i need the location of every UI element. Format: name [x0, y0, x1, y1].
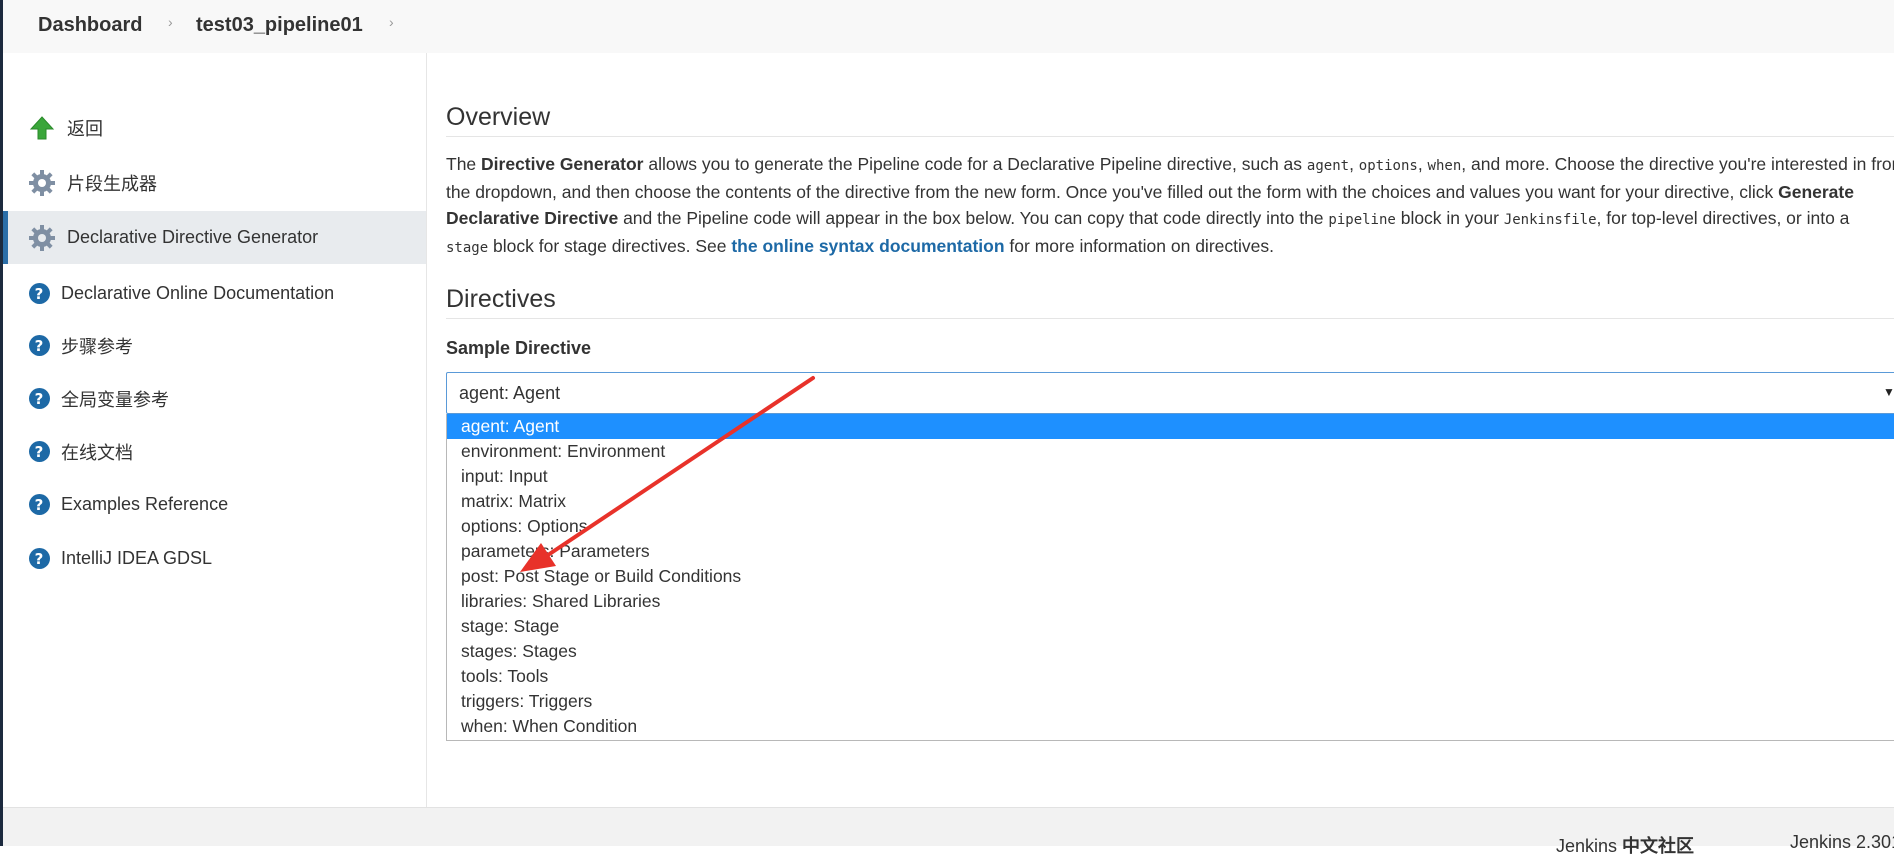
- directive-option[interactable]: matrix: Matrix: [447, 489, 1894, 514]
- sidebar-item-steps-reference[interactable]: ? 步骤参考: [3, 319, 426, 372]
- sidebar-item-label: 片段生成器: [67, 173, 157, 194]
- sidebar-item-label: Examples Reference: [61, 494, 229, 514]
- directive-option[interactable]: post: Post Stage or Build Conditions: [447, 564, 1894, 589]
- directive-option[interactable]: options: Options: [447, 514, 1894, 539]
- directive-option[interactable]: tools: Tools: [447, 664, 1894, 689]
- directive-option[interactable]: agent: Agent: [447, 414, 1894, 439]
- help-icon: ?: [27, 384, 51, 414]
- sample-directive-select[interactable]: agent: Agent ▼: [446, 372, 1894, 414]
- footer: Jenkins 中文社区 Jenkins 2.301: [3, 807, 1894, 856]
- directive-option[interactable]: when: When Condition: [447, 714, 1894, 739]
- help-icon: ?: [27, 279, 51, 309]
- sidebar-item-label: Declarative Online Documentation: [61, 283, 335, 303]
- select-current-value: agent: Agent: [459, 383, 561, 403]
- help-icon: ?: [27, 544, 51, 574]
- breadcrumb-dashboard[interactable]: Dashboard: [38, 14, 142, 37]
- footer-community-link[interactable]: Jenkins 中文社区: [1556, 832, 1694, 858]
- help-icon: ?: [27, 437, 51, 467]
- help-icon: ?: [27, 331, 51, 361]
- sidebar-item-label: IntelliJ IDEA GDSL: [61, 548, 213, 568]
- sidebar-item-intellij-gdsl[interactable]: ? IntelliJ IDEA GDSL: [3, 532, 426, 585]
- overview-heading: Overview: [446, 103, 1894, 137]
- window-left-edge: [0, 0, 3, 846]
- directives-heading: Directives: [446, 285, 1894, 319]
- directive-option[interactable]: libraries: Shared Libraries: [447, 589, 1894, 614]
- sidebar-item-online-docs[interactable]: ? 在线文档: [3, 425, 426, 478]
- online-syntax-doc-link[interactable]: the online syntax documentation: [731, 236, 1004, 256]
- sidebar-item-snippet-generator[interactable]: 片段生成器: [3, 156, 426, 209]
- sidebar-item-online-documentation[interactable]: ? Declarative Online Documentation: [3, 267, 426, 320]
- arrow-up-icon: [27, 113, 57, 143]
- help-icon: ?: [27, 490, 51, 520]
- directive-option[interactable]: environment: Environment: [447, 439, 1894, 464]
- sidebar-item-label: 全局变量参考: [61, 389, 169, 410]
- sidebar-item-label: Declarative Directive Generator: [67, 227, 319, 247]
- sidebar-item-label: 返回: [67, 118, 103, 139]
- gear-icon: [27, 223, 57, 253]
- breadcrumb-chevron-icon[interactable]: ›: [168, 14, 173, 30]
- sidebar: 返回 片段生成器 Declarative Directive Generator…: [3, 53, 427, 807]
- directive-option[interactable]: input: Input: [447, 464, 1894, 489]
- directive-option[interactable]: stages: Stages: [447, 639, 1894, 664]
- overview-description: The Directive Generator allows you to ge…: [446, 154, 1894, 256]
- sidebar-item-label: 在线文档: [61, 442, 133, 463]
- breadcrumb-chevron-icon[interactable]: ›: [389, 14, 394, 30]
- directive-option[interactable]: stage: Stage: [447, 614, 1894, 639]
- main-content: Overview The Directive Generator allows …: [446, 53, 1894, 807]
- sidebar-item-label: 步骤参考: [61, 336, 133, 357]
- footer-version[interactable]: Jenkins 2.301: [1790, 832, 1894, 853]
- gear-icon: [27, 168, 57, 198]
- directive-option[interactable]: parameters: Parameters: [447, 539, 1894, 564]
- sidebar-item-global-variables[interactable]: ? 全局变量参考: [3, 372, 426, 425]
- sidebar-item-directive-generator[interactable]: Declarative Directive Generator: [3, 211, 426, 264]
- sidebar-item-examples-reference[interactable]: ? Examples Reference: [3, 478, 426, 531]
- directive-options-list: agent: Agent environment: Environment inpu…: [446, 414, 1894, 741]
- breadcrumb-job[interactable]: test03_pipeline01: [196, 14, 363, 37]
- dropdown-arrow-icon[interactable]: ▼: [1883, 385, 1894, 399]
- breadcrumb: Dashboard › test03_pipeline01 ›: [3, 0, 1894, 53]
- sidebar-item-back[interactable]: 返回: [3, 101, 426, 154]
- sample-directive-label: Sample Directive: [446, 338, 592, 358]
- directive-option[interactable]: triggers: Triggers: [447, 689, 1894, 714]
